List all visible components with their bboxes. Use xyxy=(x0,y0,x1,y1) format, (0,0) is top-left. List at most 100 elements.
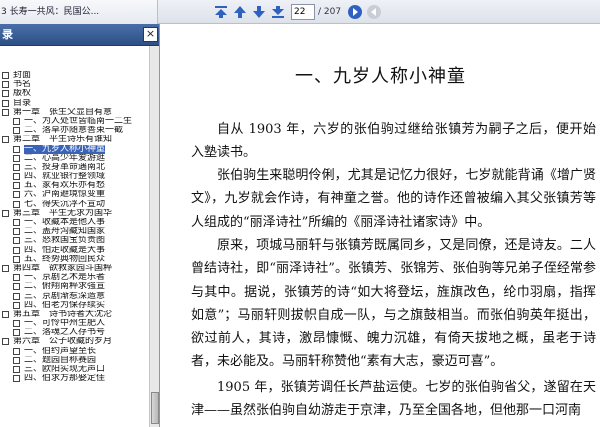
toc-item[interactable]: 第一章 张生父显自有意 xyxy=(0,108,150,117)
bookmark-icon xyxy=(13,191,20,199)
toc-item-label: 一、可怜中州生肥人 xyxy=(24,319,106,329)
bookmark-icon xyxy=(2,72,9,79)
toc-item[interactable]: 第二章 平生诗乐有谁知 xyxy=(0,135,150,144)
document-tab[interactable]: 3 长寿一共风：民国公... xyxy=(0,0,158,24)
toc-item-label: 一、九岁人称小神童 xyxy=(24,144,106,154)
toc-item-label: 四、就业银行整领域 xyxy=(24,172,106,182)
toc-item-label: 二、俯翔南粹求强宣 xyxy=(24,282,106,292)
toc-item[interactable]: 书名 xyxy=(0,80,150,89)
toc-item-label: 七、得失沉浮不宣动 xyxy=(24,199,106,209)
bookmarks-panel: 录 × 封面 书名 版权 目录 第一章 张生父显自有意 一、为人处世皆临南一二生 二、落草亦… xyxy=(0,24,160,427)
toc-item[interactable]: 四、伯老为保存续实 xyxy=(0,301,150,310)
toc-item[interactable]: 五、终势典物回民众 xyxy=(0,255,150,264)
toc-item[interactable]: 第五章 诗书诗者大沈沦 xyxy=(0,310,150,319)
bookmark-icon xyxy=(13,274,20,282)
toc-item[interactable]: 五、家有欢乐亦有愁 xyxy=(0,181,150,190)
toc-item-label: 版权 xyxy=(13,89,32,99)
toc-item[interactable]: 封面 xyxy=(0,71,150,80)
toc-item[interactable]: 四、伯求方那娶定佳 xyxy=(0,374,150,383)
bookmark-icon xyxy=(2,90,9,98)
bookmark-icon xyxy=(13,182,20,190)
toc-item-label: 一、京剧艺术是乐者 xyxy=(24,273,106,283)
first-page-icon[interactable] xyxy=(213,4,229,20)
toc-item[interactable]: 二、心高少年爱游逛 xyxy=(0,154,150,163)
toc-item[interactable]: 六、沪南避境惊变重 xyxy=(0,190,150,199)
toc-item-label: 四、伯老为保存续实 xyxy=(24,300,106,310)
toc-item[interactable]: 四、怕走收藏是大事 xyxy=(0,246,150,255)
bookmark-icon xyxy=(13,255,20,263)
toc-item[interactable]: 第三章 平生无求为国华 xyxy=(0,209,150,218)
toc-item-label: 第五章 诗书诗者大沈沦 xyxy=(13,309,113,319)
bookmarks-header: 录 × xyxy=(0,24,159,46)
toc-item[interactable]: 三、欧阳实现无声口 xyxy=(0,365,150,374)
previous-page-icon[interactable] xyxy=(232,4,248,20)
toc-item[interactable]: 三、投身革命遇南北 xyxy=(0,163,150,172)
toc-item-label: 第一章 张生父显自有意 xyxy=(13,107,113,117)
page-number-input[interactable] xyxy=(291,4,315,20)
toc-item-label: 五、终势典物回民众 xyxy=(24,254,106,264)
toc-item[interactable]: 二、盖舟沟藏知国家 xyxy=(0,227,150,236)
toc-item[interactable]: 三、京剧渐惹深造意 xyxy=(0,292,150,301)
toc-item[interactable]: 二、落草亦随意善束一截 xyxy=(0,126,150,135)
toc-item[interactable]: 四、就业银行整领域 xyxy=(0,172,150,181)
toc-item-label: 第二章 平生诗乐有谁知 xyxy=(13,135,113,145)
next-page-icon[interactable] xyxy=(251,4,267,20)
toc-item-label: 四、怕走收藏是大事 xyxy=(24,245,106,255)
toc-item[interactable]: 二、落魂之人存书号 xyxy=(0,328,150,337)
bookmark-icon xyxy=(13,375,20,383)
toc-item[interactable]: 第四章 欲救家园斗国粹 xyxy=(0,264,150,273)
bookmark-icon xyxy=(2,209,9,217)
toc-item-label: 一、为人处世皆临南一二生 xyxy=(24,116,133,126)
toc-item[interactable]: 目录 xyxy=(0,99,150,108)
toc-item-label: 三、京剧渐惹深造意 xyxy=(24,291,106,301)
document-page: 一、九岁人称小神童 自从 1903 年，六岁的张伯驹过继给张镇芳为嗣子之后，便开… xyxy=(161,24,600,427)
bookmarks-scrollbar[interactable] xyxy=(149,46,159,427)
toc-item-label: 封面 xyxy=(13,71,32,80)
bookmark-icon xyxy=(13,237,20,245)
paragraph: 张伯驹生来聪明伶俐，尤其是记忆力很好，七岁就能背诵《增广贤文》，九岁就会作诗，有… xyxy=(191,168,596,230)
toc-item[interactable]: 一、九岁人称小神童 xyxy=(0,144,150,154)
close-panel-button[interactable]: × xyxy=(143,27,158,42)
toc-item-label: 六、沪南避境惊变重 xyxy=(24,190,106,200)
page-total: / 207 xyxy=(318,7,342,17)
toc-item-label: 二、落魂之人存书号 xyxy=(24,328,106,338)
toc-item[interactable]: 第六章 公子收藏的岁月 xyxy=(0,337,150,346)
bookmark-icon xyxy=(13,347,20,355)
toc-item-label: 三、投身革命遇南北 xyxy=(24,162,106,172)
toc-item[interactable]: 一、收藏本是他人事 xyxy=(0,218,150,227)
toc-item-label: 五、家有欢乐亦有愁 xyxy=(24,181,106,191)
bookmark-icon xyxy=(2,264,9,272)
last-page-icon[interactable] xyxy=(270,4,286,20)
toc-item[interactable]: 七、得失沉浮不宣动 xyxy=(0,200,150,209)
paragraph: 原来，项城马丽轩与张镇芳既属同乡，又是同僚，还是诗友。二人曾结诗社，即“丽泽诗社… xyxy=(191,238,596,370)
bookmark-icon xyxy=(13,200,20,208)
toc-item-label: 第六章 公子收藏的岁月 xyxy=(13,337,113,347)
bookmark-icon xyxy=(2,99,9,107)
back-icon[interactable] xyxy=(366,4,382,20)
bookmark-icon xyxy=(13,219,20,226)
toc-item-label: 第三章 平生无求为国华 xyxy=(13,208,113,218)
toc-item[interactable]: 一、可怜中州生肥人 xyxy=(0,319,150,328)
go-icon[interactable] xyxy=(347,4,363,20)
toc-item-label: 二、题园自称赛园 xyxy=(24,355,97,365)
bookmark-icon xyxy=(13,127,20,135)
toc-item-label: 二、落草亦随意善束一截 xyxy=(24,126,124,136)
toc-item[interactable]: 一、京剧艺术是乐者 xyxy=(0,273,150,282)
toc-item-label: 第四章 欲救家园斗国粹 xyxy=(13,263,113,273)
paragraph: 自从 1903 年，六岁的张伯驹过继给张镇芳为嗣子之后，便开始入塾读书。 xyxy=(191,122,596,161)
toc-item[interactable]: 二、俯翔南粹求强宣 xyxy=(0,282,150,291)
toc-item[interactable]: 版权 xyxy=(0,89,150,98)
toolbar: 3 长寿一共风：民国公... / 207 xyxy=(0,0,600,24)
bookmark-icon xyxy=(13,145,20,153)
bookmarks-title: 录 xyxy=(2,28,13,41)
bookmark-icon xyxy=(13,356,20,364)
toc-item[interactable]: 二、题园自称赛园 xyxy=(0,356,150,365)
bookmark-icon xyxy=(13,228,20,236)
bookmark-icon xyxy=(2,81,9,89)
bookmark-icon xyxy=(13,292,20,300)
toc-item[interactable]: 一、为人处世皆临南一二生 xyxy=(0,117,150,126)
toc-item[interactable]: 一、伯约声望至长 xyxy=(0,347,150,356)
toc-item[interactable]: 三、怒救国宝负贵图 xyxy=(0,236,150,245)
toc-item-label: 二、心高少年爱游逛 xyxy=(24,153,106,163)
scrollbar-thumb[interactable] xyxy=(151,392,159,424)
